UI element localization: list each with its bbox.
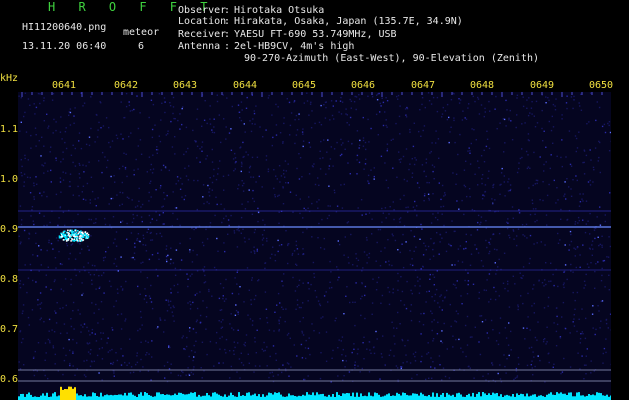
antenna-orientation-value: 90-270-Azimuth (East-West), 90-Elevation… — [244, 53, 540, 64]
filename-label: HI11200640.png — [22, 22, 107, 33]
antenna-separator: : — [224, 41, 231, 52]
receiver-label: Receiver — [178, 29, 227, 40]
location-value: Hirakata, Osaka, Japan (135.7E, 34.9N) — [234, 16, 463, 27]
y-tick-0.9: 0.9 — [0, 224, 19, 235]
y-tick-0.6: 0.6 — [0, 374, 19, 385]
receiver-value: YAESU FT-690 53.749MHz, USB — [234, 29, 397, 40]
timestamp-label: 13.11.20 06:40 — [22, 41, 107, 52]
y-tick-1.0: 1.0 — [0, 174, 19, 185]
x-tick-0644: 0644 — [233, 80, 258, 91]
y-tick-0.7: 0.7 — [0, 324, 19, 335]
observer-label: Observer — [178, 5, 227, 16]
hrofft-spectrogram-window: H R O F F T HI11200640.png 13.11.20 06:4… — [0, 0, 629, 400]
x-tick-0645: 0645 — [292, 80, 317, 91]
y-tick-0.8: 0.8 — [0, 274, 19, 285]
y-axis-unit: kHz — [0, 73, 19, 84]
location-separator: : — [224, 16, 231, 27]
background-noise — [18, 92, 611, 400]
antenna-label: Antenna — [178, 41, 221, 52]
antenna-value: 2el-HB9CV, 4m's high — [234, 41, 355, 52]
spectrogram-plot — [18, 92, 611, 400]
receiver-separator: : — [224, 29, 231, 40]
observer-separator: : — [224, 5, 231, 16]
x-tick-0641: 0641 — [52, 80, 77, 91]
x-tick-0647: 0647 — [411, 80, 436, 91]
meteor-count-value: 6 — [138, 41, 145, 52]
x-tick-0650: 0650 — [589, 80, 614, 91]
x-tick-0642: 0642 — [114, 80, 139, 91]
spectrogram-canvas — [18, 92, 611, 400]
location-label: Location — [178, 16, 227, 27]
meteor-count-label: meteor — [123, 27, 160, 38]
observer-value: Hirotaka Otsuka — [234, 5, 325, 16]
x-tick-0649: 0649 — [530, 80, 555, 91]
x-tick-0646: 0646 — [351, 80, 376, 91]
noise-background — [18, 92, 611, 400]
x-tick-0648: 0648 — [470, 80, 495, 91]
y-tick-1.1: 1.1 — [0, 124, 19, 135]
x-tick-0643: 0643 — [173, 80, 198, 91]
